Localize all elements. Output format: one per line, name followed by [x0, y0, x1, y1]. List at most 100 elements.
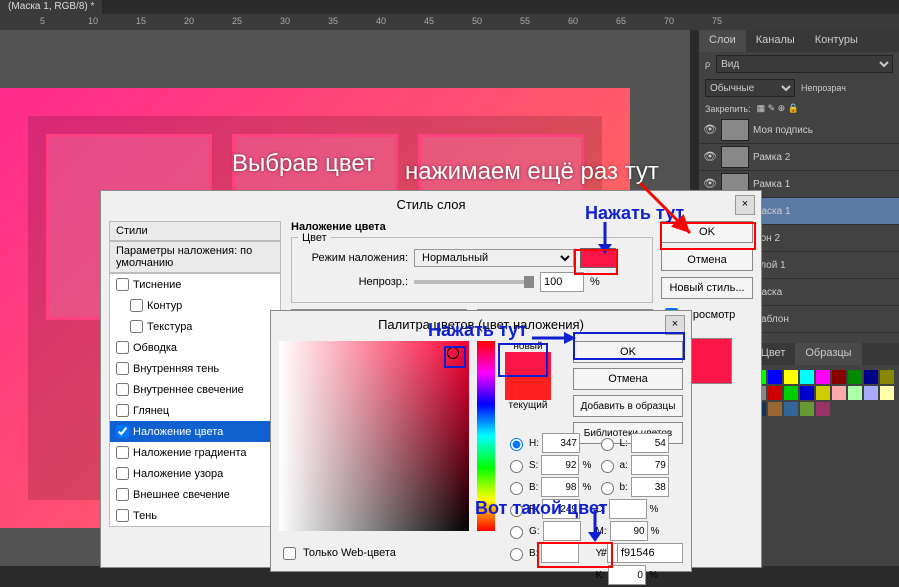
- color-picker-dialog: Палитра цветов (цвет наложения) × новый …: [270, 310, 692, 572]
- annotation-text: Нажать тут: [428, 320, 527, 341]
- opacity-input[interactable]: [540, 272, 584, 292]
- effect-Наложение узора[interactable]: Наложение узора: [110, 463, 280, 484]
- swatch[interactable]: [880, 386, 894, 400]
- current-label: текущий: [505, 400, 551, 411]
- tab-paths[interactable]: Контуры: [805, 30, 868, 52]
- styles-header[interactable]: Стили: [109, 221, 281, 241]
- layer-thumb: [721, 119, 749, 141]
- blend-mode-select[interactable]: Обычные: [705, 79, 795, 97]
- add-swatch-button[interactable]: Добавить в образцы: [573, 395, 683, 417]
- swatch[interactable]: [832, 386, 846, 400]
- cancel-button[interactable]: Отмена: [573, 368, 683, 390]
- effect-Внешнее свечение[interactable]: Внешнее свечение: [110, 484, 280, 505]
- layer-item[interactable]: 👁 Рамка 2: [699, 144, 899, 171]
- swatch[interactable]: [864, 370, 878, 384]
- web-only-checkbox[interactable]: Только Web-цвета: [279, 544, 396, 563]
- effect-Наложение цвета[interactable]: Наложение цвета: [110, 421, 280, 442]
- blend-options-header[interactable]: Параметры наложения: по умолчанию: [109, 241, 281, 273]
- effect-Глянец[interactable]: Глянец: [110, 400, 280, 421]
- blend-mode-label: Режим наложения:: [298, 252, 408, 264]
- g-input[interactable]: [543, 521, 581, 541]
- color-group-label: Цвет: [298, 232, 331, 244]
- color-swatch-button[interactable]: [580, 248, 616, 268]
- tab-channels[interactable]: Каналы: [746, 30, 805, 52]
- swatch[interactable]: [784, 370, 798, 384]
- lock-icons[interactable]: ▦ ✎ ⊕ 🔒: [757, 103, 799, 114]
- swatch[interactable]: [816, 386, 830, 400]
- effects-list: ТиснениеКонтурТекстураОбводкаВнутренняя …: [109, 273, 281, 527]
- annotation-text: Вот такой цвет: [475, 498, 608, 519]
- layer-name: Рамка 2: [753, 152, 790, 163]
- visibility-icon[interactable]: 👁: [703, 177, 717, 191]
- layer-thumb: [721, 146, 749, 168]
- effect-Текстура[interactable]: Текстура: [110, 316, 280, 337]
- current-color-swatch[interactable]: [505, 376, 551, 400]
- layer-item[interactable]: 👁 Моя подпись: [699, 117, 899, 144]
- swatch[interactable]: [816, 402, 830, 416]
- s-input[interactable]: [541, 455, 579, 475]
- swatch[interactable]: [768, 370, 782, 384]
- tab-swatches[interactable]: Образцы: [795, 343, 861, 365]
- close-icon[interactable]: ×: [735, 195, 755, 215]
- opacity-label: Непрозр.:: [298, 276, 408, 288]
- layer-filter-select[interactable]: Вид: [716, 55, 893, 73]
- close-icon[interactable]: ×: [665, 315, 685, 335]
- swatch[interactable]: [816, 370, 830, 384]
- blend-mode-select[interactable]: Нормальный: [414, 249, 574, 267]
- swatch[interactable]: [784, 386, 798, 400]
- b2-input[interactable]: [631, 477, 669, 497]
- color-cursor-icon: [447, 347, 459, 359]
- swatch[interactable]: [800, 370, 814, 384]
- annotation-text: Выбрав цвет: [232, 150, 375, 178]
- a-radio[interactable]: [601, 460, 614, 473]
- opacity-label: Непрозрач: [801, 83, 846, 93]
- b2-radio[interactable]: [601, 482, 614, 495]
- swatch[interactable]: [832, 370, 846, 384]
- k-input[interactable]: [608, 565, 646, 585]
- m-input[interactable]: [610, 521, 648, 541]
- visibility-icon[interactable]: 👁: [703, 150, 717, 164]
- effect-Тень[interactable]: Тень: [110, 505, 280, 526]
- l-input[interactable]: [631, 433, 669, 453]
- annotation-text: Нажать тут: [585, 203, 684, 224]
- lock-label: Закрепить:: [705, 104, 751, 114]
- tab-layers[interactable]: Слои: [699, 30, 746, 52]
- swatch[interactable]: [848, 386, 862, 400]
- swatch[interactable]: [768, 402, 782, 416]
- new-style-button[interactable]: Новый стиль...: [661, 277, 753, 299]
- effect-Тиснение[interactable]: Тиснение: [110, 274, 280, 295]
- swatch[interactable]: [880, 370, 894, 384]
- swatch[interactable]: [784, 402, 798, 416]
- swatch[interactable]: [800, 386, 814, 400]
- swatch[interactable]: [848, 370, 862, 384]
- new-color-swatch: [505, 352, 551, 376]
- effect-Внутреннее свечение[interactable]: Внутреннее свечение: [110, 379, 280, 400]
- h-input[interactable]: [542, 433, 580, 453]
- ruler-horizontal: 51015202530354045505560657075: [0, 14, 899, 30]
- b-radio[interactable]: [510, 482, 523, 495]
- bv-input[interactable]: [541, 477, 579, 497]
- swatch[interactable]: [864, 386, 878, 400]
- layer-name: Моя подпись: [753, 125, 813, 136]
- swatch[interactable]: [800, 402, 814, 416]
- color-field[interactable]: [279, 341, 469, 531]
- annotation-text: нажимаем ещё раз тут: [405, 158, 659, 186]
- h-radio[interactable]: [510, 438, 523, 451]
- a-input[interactable]: [631, 455, 669, 475]
- swatch[interactable]: [768, 386, 782, 400]
- effect-Наложение градиента[interactable]: Наложение градиента: [110, 442, 280, 463]
- visibility-icon[interactable]: 👁: [703, 123, 717, 137]
- l-radio[interactable]: [601, 438, 614, 451]
- new-label: новый: [505, 341, 551, 352]
- c-input[interactable]: [609, 499, 647, 519]
- ok-button[interactable]: OK: [573, 341, 683, 363]
- ok-button[interactable]: OK: [661, 221, 753, 243]
- cancel-button[interactable]: Отмена: [661, 249, 753, 271]
- effect-Контур[interactable]: Контур: [110, 295, 280, 316]
- g-radio[interactable]: [510, 526, 523, 539]
- effect-Внутренняя тень[interactable]: Внутренняя тень: [110, 358, 280, 379]
- effect-Обводка[interactable]: Обводка: [110, 337, 280, 358]
- s-radio[interactable]: [510, 460, 523, 473]
- hex-input[interactable]: [617, 543, 683, 563]
- opacity-slider[interactable]: [414, 280, 534, 284]
